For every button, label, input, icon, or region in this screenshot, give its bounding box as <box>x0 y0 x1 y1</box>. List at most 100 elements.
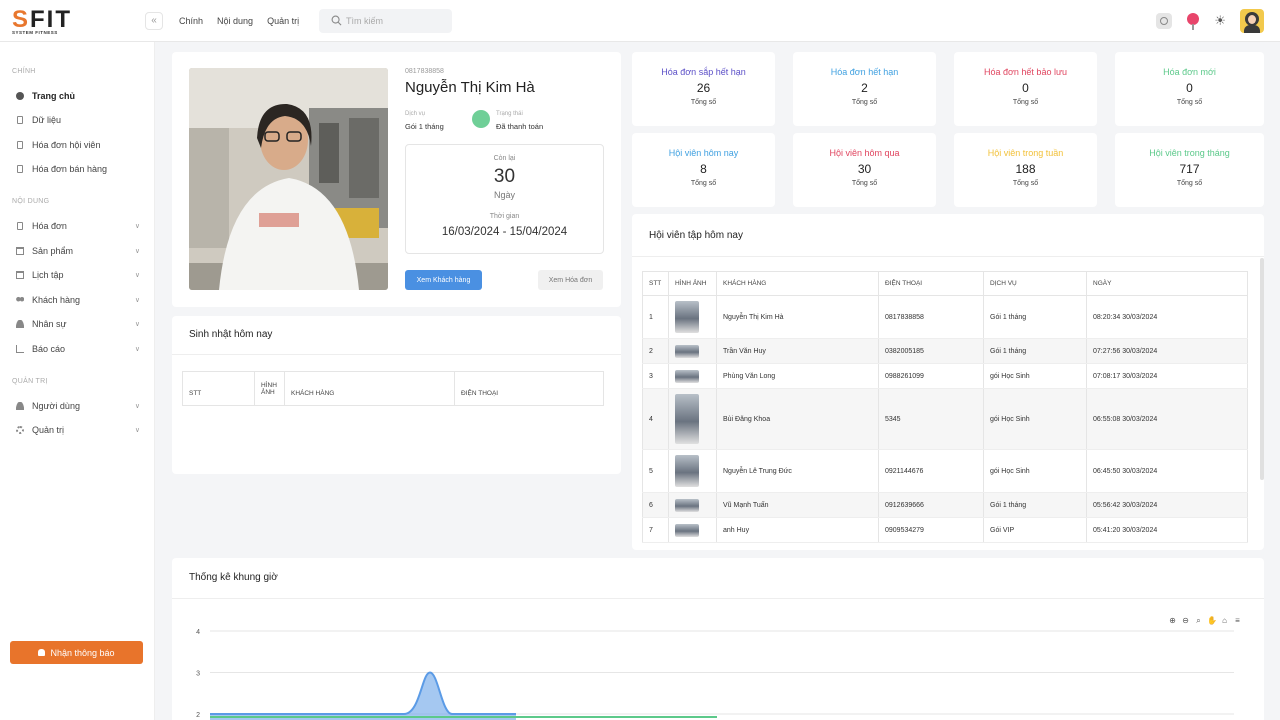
cell-photo <box>668 338 717 364</box>
sidebar-item-label: Hóa đơn <box>32 221 67 231</box>
sidebar-section-chinh: CHÍNH <box>12 68 36 75</box>
sidebar-item-hoa-don-hoi-vien[interactable]: Hóa đơn hội viên <box>16 137 144 153</box>
remaining-unit: Ngày <box>493 190 515 200</box>
birthday-title: Sinh nhật hôm nay <box>189 329 273 340</box>
member-thumbnail <box>675 301 699 333</box>
status-label: Trạng thái <box>496 111 523 117</box>
cell-phone: 5345 <box>878 388 984 450</box>
today-members-card: Hội viên tập hôm nay STT HÌNH ẢNH KHÁCH … <box>632 214 1264 550</box>
sidebar-item-label: Khách hàng <box>32 295 81 305</box>
table-row[interactable]: 3 Phùng Văn Long 0988261099 gói Học Sinh… <box>642 363 1248 389</box>
remaining-label: Còn lại <box>493 155 516 162</box>
table-scrollbar[interactable] <box>1260 258 1264 480</box>
stat-value: 0 <box>1186 81 1193 95</box>
divider <box>172 354 621 355</box>
stat-title: Hóa đơn mới <box>1163 67 1216 77</box>
column-header: STT <box>182 371 255 406</box>
member-thumbnail <box>675 523 699 537</box>
cell-phone: 0382005185 <box>878 338 984 364</box>
stat-title: Hội viên hôm nay <box>668 148 739 158</box>
sidebar-item-nhan-su[interactable]: Nhân sự ∨ <box>16 316 144 332</box>
top-nav-quan-tri[interactable]: Quản trị <box>267 16 299 26</box>
stat-card-expired-invoices[interactable]: Hóa đơn hết hạn 2 Tổng số <box>793 52 936 126</box>
cell-service: Gói 1 tháng <box>983 295 1087 339</box>
cell-name: Phùng Văn Long <box>716 363 879 389</box>
stat-card-members-today[interactable]: Hội viên hôm nay 8 Tổng số <box>632 133 775 207</box>
sidebar-item-nguoi-dung[interactable]: Người dùng ∨ <box>16 398 144 414</box>
cell-photo <box>668 363 717 389</box>
logo-wordmark: SFIT <box>12 8 74 32</box>
column-header: HÌNH ẢNH <box>254 371 285 406</box>
record-icon[interactable] <box>1156 13 1173 29</box>
member-thumbnail <box>675 394 699 444</box>
notify-button[interactable]: Nhận thông báo <box>10 641 143 664</box>
birthday-card: Sinh nhật hôm nay STT HÌNH ẢNH KHÁCH HÀN… <box>172 316 621 474</box>
search-box <box>319 9 452 33</box>
stat-card-members-week[interactable]: Hội viên trong tuần 188 Tổng số <box>954 133 1097 207</box>
period-value: 16/03/2024 - 15/04/2024 <box>441 226 568 238</box>
cell-phone: 0817838858 <box>878 295 984 339</box>
table-row[interactable]: 4 Bùi Đăng Khoa 5345 gói Học Sinh 06:55:… <box>642 388 1248 450</box>
stat-card-members-yesterday[interactable]: Hội viên hôm qua 30 Tổng số <box>793 133 936 207</box>
cell-date: 05:41:20 30/03/2024 <box>1086 517 1248 543</box>
chevron-down-icon: ∨ <box>134 297 140 304</box>
sidebar-item-trang-chu[interactable]: Trang chủ <box>16 88 144 104</box>
stat-title: Hóa đơn hết bảo lưu <box>984 67 1067 77</box>
notification-pin-icon[interactable] <box>1186 12 1200 30</box>
stat-card-reservation-expired[interactable]: Hóa đơn hết bảo lưu 0 Tổng số <box>954 52 1097 126</box>
document-icon <box>17 165 23 173</box>
cell-phone: 0988261099 <box>878 363 984 389</box>
sfit-logo[interactable]: SFIT SYSTEM FITNESS <box>12 8 74 38</box>
search-input[interactable] <box>346 13 446 29</box>
sidebar-item-san-pham[interactable]: Sản phẩm ∨ <box>16 243 144 259</box>
sidebar-item-hoa-don-ban-hang[interactable]: Hóa đơn bán hàng <box>16 161 144 177</box>
top-nav-chinh[interactable]: Chính <box>179 16 203 26</box>
cell-name: Vũ Mạnh Tuấn <box>716 492 879 518</box>
user-icon <box>16 402 24 410</box>
sidebar-item-label: Hóa đơn hội viên <box>32 140 101 150</box>
member-thumbnail <box>675 498 699 512</box>
birthday-table: STT HÌNH ẢNH KHÁCH HÀNG ĐIỆN THOẠI <box>182 371 604 406</box>
cell-stt: 4 <box>642 388 669 450</box>
user-avatar[interactable] <box>1240 9 1264 33</box>
sidebar-item-hoa-don[interactable]: Hóa đơn ∨ <box>16 218 144 234</box>
view-invoice-button[interactable]: Xem Hóa đơn <box>538 270 603 290</box>
table-row[interactable]: 1 Nguyễn Thị Kim Hà 0817838858 Gói 1 thá… <box>642 295 1248 339</box>
sidebar-item-du-lieu[interactable]: Dữ liệu <box>16 112 144 128</box>
sidebar-item-label: Nhân sự <box>32 319 67 329</box>
collapse-sidebar-button[interactable]: « <box>145 12 163 30</box>
table-row[interactable]: 6 Vũ Mạnh Tuấn 0912639666 Gói 1 tháng 05… <box>642 492 1248 518</box>
y-tick-label: 2 <box>196 712 200 719</box>
cell-phone: 0921144676 <box>878 449 984 493</box>
stat-card-members-month[interactable]: Hội viên trong tháng 717 Tổng số <box>1115 133 1264 207</box>
stat-value: 8 <box>700 162 707 176</box>
sidebar-section-quan-tri: QUẢN TRỊ <box>12 378 48 385</box>
sidebar-item-quan-tri[interactable]: Quản trị ∨ <box>16 422 144 438</box>
cell-phone: 0912639666 <box>878 492 984 518</box>
column-header: STT <box>642 271 669 296</box>
theme-toggle-sun-icon[interactable]: ☀ <box>1214 13 1226 29</box>
timeslot-chart-svg: 4 3 2 <box>196 629 1234 720</box>
table-row[interactable]: 7 anh Huy 0909534279 Gói VIP 05:41:20 30… <box>642 517 1248 543</box>
cell-photo <box>668 517 717 543</box>
period-label: Thời gian <box>489 213 520 220</box>
logo-letters-rest: FIT <box>30 6 73 33</box>
view-customer-button[interactable]: Xem Khách hàng <box>405 270 482 290</box>
chevron-down-icon: ∨ <box>134 321 140 328</box>
table-row[interactable]: 5 Nguyễn Lê Trung Đức 0921144676 gói Học… <box>642 449 1248 493</box>
table-row[interactable]: 2 Trần Văn Huy 0382005185 Gói 1 tháng 07… <box>642 338 1248 364</box>
stat-card-new-invoices[interactable]: Hóa đơn mới 0 Tổng số <box>1115 52 1264 126</box>
y-tick-label: 3 <box>196 671 200 678</box>
gear-icon <box>16 426 24 434</box>
bell-icon <box>38 649 46 656</box>
chevron-down-icon: ∨ <box>134 223 140 230</box>
sidebar-item-khach-hang[interactable]: Khách hàng ∨ <box>16 292 144 308</box>
stat-subtitle: Tổng số <box>1012 99 1039 106</box>
column-header: KHÁCH HÀNG <box>284 371 455 406</box>
sidebar-item-bao-cao[interactable]: Báo cáo ∨ <box>16 341 144 357</box>
series-area <box>210 672 516 720</box>
top-nav-noi-dung[interactable]: Nội dung <box>217 16 253 26</box>
stat-card-expiring-invoices[interactable]: Hóa đơn sắp hết hạn 26 Tổng số <box>632 52 775 126</box>
stat-value: 30 <box>857 162 872 176</box>
sidebar-item-lich-tap[interactable]: Lịch tập ∨ <box>16 267 144 283</box>
